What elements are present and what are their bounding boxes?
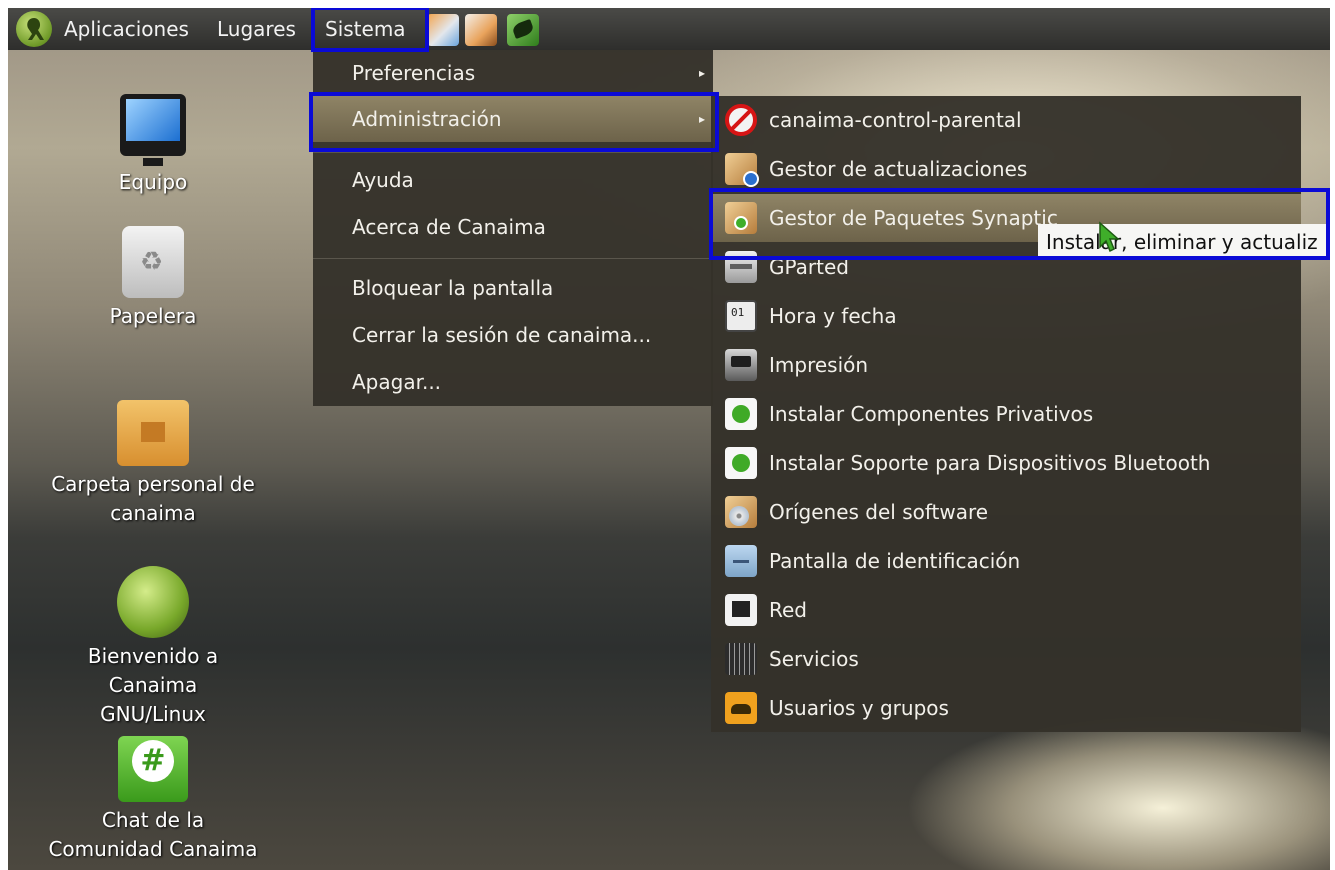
leaf-icon[interactable] xyxy=(507,14,539,46)
menu-item-label: Servicios xyxy=(769,647,859,671)
menu-item-label: Red xyxy=(769,598,807,622)
network-icon xyxy=(725,594,757,626)
chevron-right-icon: ▸ xyxy=(698,66,705,80)
menu-item-label: Impresión xyxy=(769,353,869,377)
login-screen-icon xyxy=(725,545,757,577)
menu-item-soporte-bluetooth[interactable]: Instalar Soporte para Dispositivos Bluet… xyxy=(711,439,1301,487)
services-icon xyxy=(725,643,757,675)
highlight-box-synaptic xyxy=(709,188,1330,260)
desktop-icon-label: Chat de la Comunidad Canaima xyxy=(48,808,258,861)
chat-icon xyxy=(118,736,188,802)
menu-item-red[interactable]: Red xyxy=(711,586,1301,634)
desktop-icon-label: Carpeta personal de canaima xyxy=(51,472,255,525)
menu-item-label: Instalar Soporte para Dispositivos Bluet… xyxy=(769,451,1211,475)
highlight-box-sistema xyxy=(311,8,429,52)
menu-item-impresion[interactable]: Impresión xyxy=(711,341,1301,389)
canaima-logo-icon[interactable] xyxy=(16,11,52,47)
menu-item-label: Usuarios y grupos xyxy=(769,696,949,720)
printer-icon xyxy=(725,349,757,381)
software-sources-icon xyxy=(725,496,757,528)
menu-item-hora-fecha[interactable]: Hora y fecha xyxy=(711,292,1301,340)
menu-item-label: Gestor de actualizaciones xyxy=(769,157,1028,181)
menu-separator xyxy=(313,258,713,259)
welcome-icon xyxy=(117,566,189,638)
menu-lugares[interactable]: Lugares xyxy=(217,15,296,43)
menu-item-label: Preferencias xyxy=(352,61,476,85)
desktop-icon-label: Equipo xyxy=(118,170,188,194)
home-folder-icon xyxy=(117,400,189,466)
menu-item-usuarios-grupos[interactable]: Usuarios y grupos xyxy=(711,684,1301,732)
trash-icon xyxy=(122,226,184,298)
menu-item-label: Bloquear la pantalla xyxy=(352,276,554,300)
menu-item-label: Orígenes del software xyxy=(769,500,989,524)
menu-separator xyxy=(313,152,713,153)
desktop: Aplicaciones Lugares Sistema Equipo Pape… xyxy=(8,8,1330,870)
firefox-icon[interactable] xyxy=(427,14,459,46)
menu-item-label: Cerrar la sesión de canaima... xyxy=(352,323,652,347)
green-circle-icon xyxy=(725,447,757,479)
desktop-icon-carpeta-personal[interactable]: Carpeta personal de canaima xyxy=(33,400,273,528)
computer-icon xyxy=(120,94,186,166)
menu-item-label: Apagar... xyxy=(352,370,442,394)
menu-item-label: Pantalla de identificación xyxy=(769,549,1021,573)
menu-item-apagar[interactable]: Apagar... xyxy=(313,359,713,405)
highlight-box-administracion xyxy=(309,92,719,152)
menu-aplicaciones[interactable]: Aplicaciones xyxy=(64,15,189,43)
menu-item-pantalla-identificacion[interactable]: Pantalla de identificación xyxy=(711,537,1301,585)
menu-item-label: Ayuda xyxy=(352,168,414,192)
menu-item-componentes-privativos[interactable]: Instalar Componentes Privativos xyxy=(711,390,1301,438)
menu-item-servicios[interactable]: Servicios xyxy=(711,635,1301,683)
desktop-icon-label: Bienvenido a Canaima GNU/Linux xyxy=(87,644,219,726)
users-icon xyxy=(725,692,757,724)
menu-item-label: Acerca de Canaima xyxy=(352,215,546,239)
desktop-icon-bienvenido[interactable]: Bienvenido a Canaima GNU/Linux xyxy=(33,566,273,729)
menu-item-acerca-de[interactable]: Acerca de Canaima xyxy=(313,204,713,250)
desktop-icon-chat[interactable]: Chat de la Comunidad Canaima xyxy=(33,736,273,864)
menu-item-bloquear-pantalla[interactable]: Bloquear la pantalla xyxy=(313,265,713,311)
menu-item-control-parental[interactable]: canaima-control-parental xyxy=(711,96,1301,144)
menu-item-label: Hora y fecha xyxy=(769,304,897,328)
menu-item-label: canaima-control-parental xyxy=(769,108,1022,132)
menu-item-preferencias[interactable]: Preferencias ▸ xyxy=(313,50,713,96)
desktop-icon-label: Papelera xyxy=(109,304,197,328)
file-manager-icon[interactable] xyxy=(465,14,497,46)
top-panel: Aplicaciones Lugares Sistema xyxy=(8,8,1330,50)
menu-item-label: Instalar Componentes Privativos xyxy=(769,402,1094,426)
no-entry-icon xyxy=(725,104,757,136)
desktop-icon-equipo[interactable]: Equipo xyxy=(33,94,273,197)
menu-item-ayuda[interactable]: Ayuda xyxy=(313,157,713,203)
menu-item-origenes-software[interactable]: Orígenes del software xyxy=(711,488,1301,536)
desktop-icon-papelera[interactable]: Papelera xyxy=(33,226,273,331)
green-circle-icon xyxy=(725,398,757,430)
update-manager-icon xyxy=(725,153,759,187)
menu-item-cerrar-sesion[interactable]: Cerrar la sesión de canaima... xyxy=(313,312,713,358)
calendar-icon xyxy=(725,300,757,332)
menu-item-gestor-actualizaciones[interactable]: Gestor de actualizaciones xyxy=(711,145,1301,193)
